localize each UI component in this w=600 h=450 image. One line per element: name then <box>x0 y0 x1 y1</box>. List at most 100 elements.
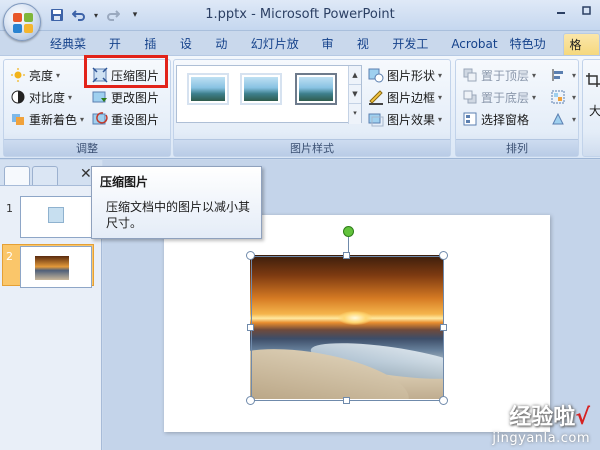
align-icon <box>550 67 566 83</box>
tab-classic-menu[interactable]: 经典菜单 <box>44 33 103 73</box>
resize-handle-bottom-left[interactable] <box>246 396 255 405</box>
slide-number-2: 2 <box>6 250 13 263</box>
resize-handle-top-left[interactable] <box>246 251 255 260</box>
selection-pane-button[interactable]: 选择窗格 <box>462 109 529 129</box>
slides-pane: ✕ 1 2 <box>0 160 102 450</box>
close-pane-icon[interactable]: ✕ <box>80 166 92 182</box>
slide-thumbnail-2[interactable] <box>20 246 92 288</box>
contrast-icon <box>10 89 26 105</box>
arrange-group: 置于顶层 ▾ 置于底层 ▾ 选择窗格 ▾ ▾ ▾ 排列 <box>455 59 579 157</box>
picture-style-3[interactable] <box>295 73 337 105</box>
tab-slideshow[interactable]: 幻灯片放映 <box>245 33 316 73</box>
tab-review[interactable]: 审阅 <box>315 33 350 73</box>
bring-to-front-button[interactable]: 置于顶层 ▾ <box>462 65 536 85</box>
picture-style-gallery: ▲ ▼ ▾ <box>176 65 362 124</box>
picture-selection-box <box>251 256 444 401</box>
title-bar: ▾ ▾ 1.pptx - Microsoft PowerPoint <box>0 0 600 31</box>
picture-shape-button[interactable]: 图片形状 ▾ <box>368 65 442 85</box>
change-picture-icon <box>92 89 108 105</box>
slide2-picture <box>35 256 69 280</box>
crop-icon <box>585 72 600 88</box>
tab-home[interactable]: 开始 <box>103 33 138 73</box>
gallery-more-icon[interactable]: ▾ <box>349 104 361 123</box>
size-label: 大 <box>589 103 600 118</box>
contrast-button[interactable]: 对比度 ▾ <box>10 87 72 107</box>
rotate-button[interactable]: ▾ <box>550 109 576 129</box>
office-button[interactable] <box>3 3 41 41</box>
restore-icon[interactable] <box>574 0 600 20</box>
recolor-icon <box>10 111 26 127</box>
resize-handle-right[interactable] <box>440 324 447 331</box>
brightness-icon <box>10 67 26 83</box>
tab-animations[interactable]: 动画 <box>209 33 244 73</box>
selection-pane-icon <box>462 111 478 127</box>
resize-handle-left[interactable] <box>247 324 254 331</box>
picture-shape-label: 图片形状 <box>387 68 436 83</box>
send-to-back-icon <box>462 89 478 105</box>
change-picture-label: 更改图片 <box>111 90 160 105</box>
gallery-down-icon[interactable]: ▼ <box>349 85 361 104</box>
tab-view[interactable]: 视图 <box>351 33 386 73</box>
tab-special-features[interactable]: 特色功能 <box>504 33 563 73</box>
resize-handle-bottom-right[interactable] <box>439 396 448 405</box>
picture-style-1[interactable] <box>187 73 229 105</box>
resize-handle-top-right[interactable] <box>439 251 448 260</box>
tab-design[interactable]: 设计 <box>174 33 209 73</box>
picture-styles-group-label: 图片样式 <box>174 139 450 156</box>
minimize-icon[interactable] <box>548 0 574 20</box>
rotation-handle[interactable] <box>343 226 354 237</box>
watermark-domain: jingyanla.com <box>492 431 590 446</box>
rotate-icon <box>550 111 566 127</box>
bring-to-front-label: 置于顶层 <box>481 68 530 83</box>
reset-picture-icon <box>92 111 108 127</box>
watermark-brand: 经验啦 <box>509 405 576 430</box>
tooltip-title: 压缩图片 <box>100 175 149 189</box>
pane-tabs: ✕ <box>0 160 102 186</box>
compress-highlight-box <box>84 55 168 88</box>
send-to-back-label: 置于底层 <box>481 90 530 105</box>
recolor-button[interactable]: 重新着色 ▾ <box>10 109 84 129</box>
compress-pictures-tooltip: 压缩图片 压缩文档中的图片以减小其尺寸。 <box>91 166 262 239</box>
gallery-up-icon[interactable]: ▲ <box>349 66 361 85</box>
brightness-label: 亮度 <box>29 68 54 83</box>
resize-handle-bottom[interactable] <box>343 397 350 404</box>
tab-insert[interactable]: 插入 <box>138 33 173 73</box>
window-title: 1.pptx - Microsoft PowerPoint <box>205 7 395 22</box>
window-controls <box>548 0 600 20</box>
slides-tab[interactable] <box>4 166 30 185</box>
gallery-scroll: ▲ ▼ ▾ <box>348 66 361 124</box>
outline-tab[interactable] <box>32 166 58 185</box>
slide-thumbnail-1[interactable] <box>20 196 92 238</box>
checkmark-icon: √ <box>575 405 590 430</box>
group-objects-button[interactable]: ▾ <box>550 87 576 107</box>
change-picture-button[interactable]: 更改图片 <box>92 87 159 107</box>
recolor-label: 重新着色 <box>29 112 78 127</box>
picture-border-button[interactable]: 图片边框 ▾ <box>368 87 442 107</box>
send-to-back-button[interactable]: 置于底层 ▾ <box>462 87 536 107</box>
arrange-group-label: 排列 <box>456 139 578 156</box>
contrast-label: 对比度 <box>29 90 66 105</box>
reset-picture-button[interactable]: 重设图片 <box>92 109 159 129</box>
slide1-picture <box>48 207 64 223</box>
bring-to-front-icon <box>462 67 478 83</box>
selection-pane-label: 选择窗格 <box>481 112 530 127</box>
picture-border-icon <box>368 89 384 105</box>
crop-button[interactable] <box>585 70 600 90</box>
picture-effects-icon <box>368 111 384 127</box>
tab-developer[interactable]: 开发工具 <box>386 33 445 73</box>
office-logo-icon <box>13 13 33 33</box>
slide-number-1: 1 <box>6 202 13 215</box>
tab-acrobat[interactable]: Acrobat <box>445 33 503 55</box>
size-group: 大 <box>582 59 600 157</box>
picture-style-2[interactable] <box>240 73 282 105</box>
align-button[interactable]: ▾ <box>550 65 576 85</box>
tab-format[interactable]: 格式 <box>562 33 600 74</box>
group-objects-icon <box>550 89 566 105</box>
picture-effects-button[interactable]: 图片效果 ▾ <box>368 109 442 129</box>
resize-handle-top[interactable] <box>343 252 350 259</box>
picture-shape-icon <box>368 67 384 83</box>
adjust-group-label: 调整 <box>4 139 170 156</box>
brightness-button[interactable]: 亮度 ▾ <box>10 65 60 85</box>
tooltip-body: 压缩文档中的图片以减小其尺寸。 <box>106 200 251 230</box>
ribbon-tabs: 经典菜单 开始 插入 设计 动画 幻灯片放映 审阅 视图 开发工具 Acroba… <box>44 33 600 74</box>
